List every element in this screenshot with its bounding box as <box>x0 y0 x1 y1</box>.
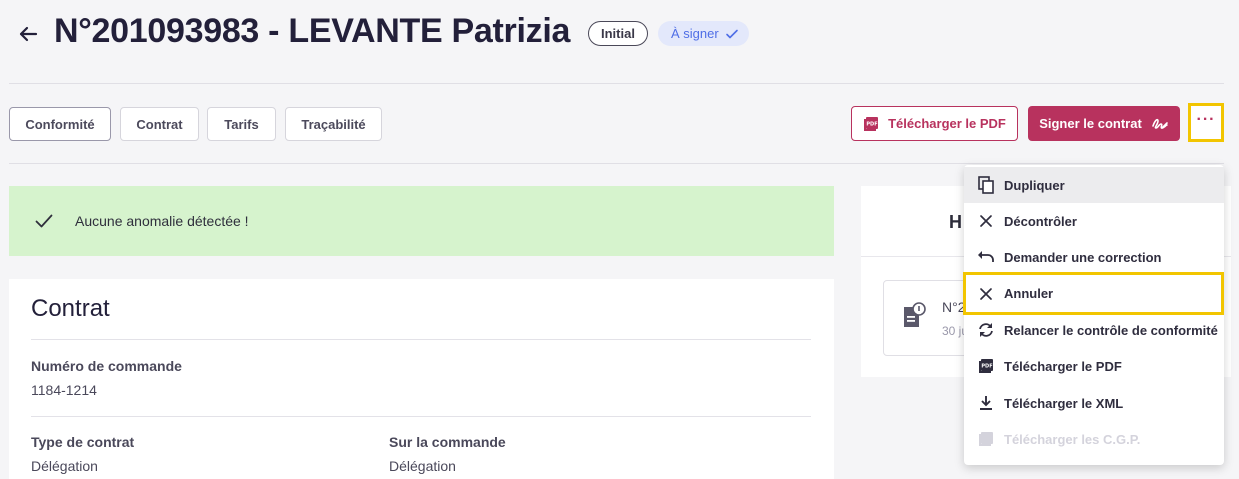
contract-type-value: Délégation <box>31 458 98 474</box>
menu-item-label: Télécharger le XML <box>1004 395 1124 411</box>
download-pdf-button[interactable]: PDF Télécharger le PDF <box>851 106 1018 141</box>
history-panel-title: H <box>949 212 962 232</box>
check-icon <box>725 29 738 38</box>
menu-item-label: Annuler <box>1004 286 1054 301</box>
alert-text: Aucune anomalie détectée ! <box>75 213 249 229</box>
sign-contract-label: Signer le contrat <box>1039 116 1142 131</box>
more-options-menu: Dupliquer Décontrôler Demander une corre… <box>963 165 1224 465</box>
close-icon <box>977 212 995 230</box>
badge-sign-label: À signer <box>671 26 719 41</box>
menu-item-label: Télécharger le PDF <box>1004 358 1122 374</box>
pdf-icon: PDF <box>977 357 995 375</box>
close-icon <box>977 285 995 303</box>
menu-item-demander-correction[interactable]: Demander une correction <box>964 239 1224 275</box>
success-alert: Aucune anomalie détectée ! <box>9 186 834 256</box>
copy-icon <box>977 176 995 194</box>
svg-text:PDF: PDF <box>866 121 877 127</box>
download-icon <box>977 394 995 412</box>
menu-item-label: Relancer le contrôle de conformité <box>1004 322 1218 338</box>
tab-conformite[interactable]: Conformité <box>9 107 111 141</box>
order-number-label: Numéro de commande <box>31 358 182 374</box>
pdf-icon: PDF <box>864 116 879 131</box>
menu-item-label: Télécharger les C.G.P. <box>1004 431 1141 447</box>
menu-item-decontroler[interactable]: Décontrôler <box>964 203 1224 239</box>
document-number: N°2 <box>942 299 966 315</box>
on-order-value: Délégation <box>389 458 456 474</box>
on-order-label: Sur la commande <box>389 434 506 450</box>
header-divider <box>9 83 1224 84</box>
menu-item-dupliquer[interactable]: Dupliquer <box>964 167 1224 203</box>
order-number-value: 1184-1214 <box>31 382 97 398</box>
tab-contrat[interactable]: Contrat <box>120 107 199 141</box>
contract-card: Contrat Numéro de commande 1184-1214 Typ… <box>9 279 834 479</box>
menu-item-annuler[interactable]: Annuler <box>963 272 1224 315</box>
contract-page: N°201093983 - LEVANTE Patrizia Initial À… <box>0 0 1239 479</box>
page-header: N°201093983 - LEVANTE Patrizia Initial À… <box>0 0 1239 70</box>
document-info-icon <box>902 301 926 329</box>
menu-item-label: Décontrôler <box>1004 213 1077 229</box>
contract-title-divider <box>31 339 811 340</box>
contract-type-label: Type de contrat <box>31 434 135 450</box>
check-icon <box>33 210 55 232</box>
menu-item-telecharger-cgp: Télécharger les C.G.P. <box>964 421 1224 457</box>
menu-item-label: Demander une correction <box>1004 249 1162 265</box>
signature-icon <box>1151 118 1168 129</box>
tab-tarifs[interactable]: Tarifs <box>207 107 276 141</box>
toolbar-divider <box>9 163 1224 164</box>
tab-tracabilite[interactable]: Traçabilité <box>285 107 382 141</box>
menu-item-label: Dupliquer <box>1004 177 1065 193</box>
menu-item-telecharger-pdf[interactable]: PDF Télécharger le PDF <box>964 348 1224 384</box>
download-pdf-label: Télécharger le PDF <box>888 116 1006 131</box>
menu-item-relancer-controle[interactable]: Relancer le contrôle de conformité <box>964 312 1224 348</box>
more-options-button[interactable]: ··· <box>1188 103 1224 142</box>
refresh-icon <box>977 321 995 339</box>
menu-item-telecharger-xml[interactable]: Télécharger le XML <box>964 385 1224 421</box>
back-arrow-icon[interactable] <box>14 20 42 48</box>
contract-section-title: Contrat <box>31 295 110 322</box>
order-divider <box>31 416 811 417</box>
page-title: N°201093983 - LEVANTE Patrizia <box>54 12 571 50</box>
status-badge-initial: Initial <box>588 21 648 46</box>
status-badge-to-sign: À signer <box>658 21 749 46</box>
undo-icon <box>977 248 995 266</box>
pdf-icon <box>977 430 995 448</box>
more-dots-icon: ··· <box>1196 110 1216 128</box>
svg-text:PDF: PDF <box>981 364 992 370</box>
sign-contract-button[interactable]: Signer le contrat <box>1028 106 1180 141</box>
